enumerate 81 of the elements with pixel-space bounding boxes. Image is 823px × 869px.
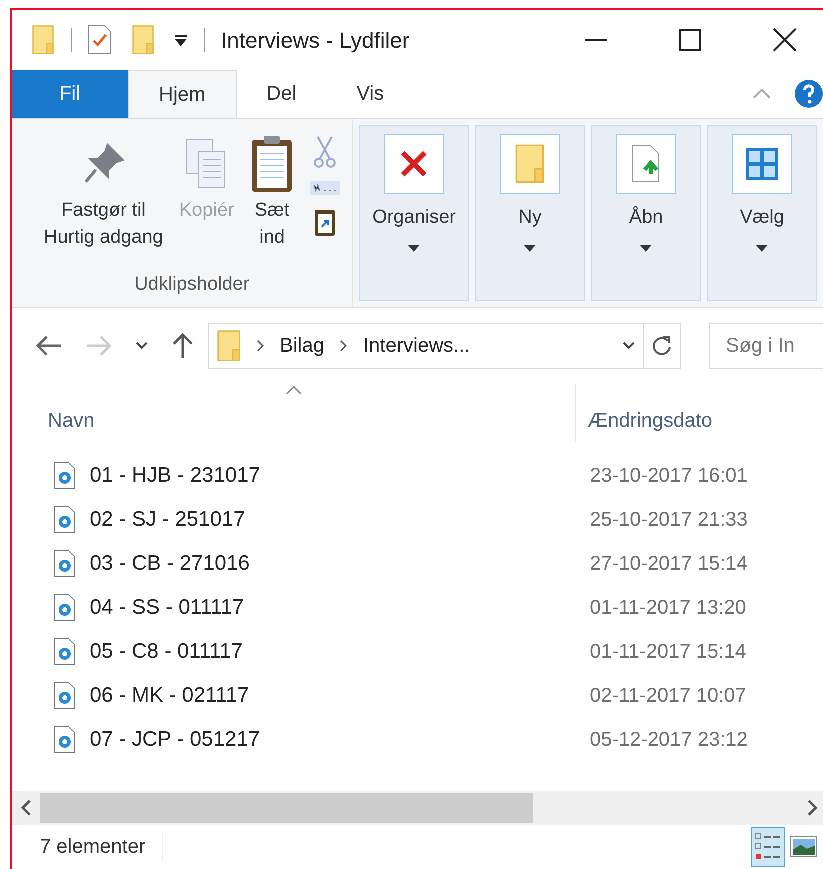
copy-path-icon[interactable] xyxy=(310,181,340,195)
ribbon-group-button[interactable]: Åbn xyxy=(591,125,702,301)
dropdown-arrow-icon xyxy=(408,244,420,252)
file-row[interactable]: 06 - MK - 021117 02-11-2017 10:07 xyxy=(12,674,823,718)
modified-date: 02-11-2017 10:07 xyxy=(589,684,746,709)
file-row[interactable]: 01 - HJB - 231017 23-10-2017 16:01 xyxy=(12,454,823,498)
back-icon[interactable] xyxy=(36,335,62,357)
file-name: 01 - HJB - 231017 xyxy=(90,463,260,490)
file-name: 06 - MK - 021117 xyxy=(90,683,250,710)
file-name: 05 - C8 - 011117 xyxy=(90,639,243,666)
breadcrumb[interactable]: Bilag xyxy=(280,331,324,361)
up-icon[interactable] xyxy=(172,333,194,359)
ribbon-group-button[interactable]: Ny xyxy=(475,125,586,301)
horizontal-scrollbar[interactable] xyxy=(12,791,823,825)
folder-icon xyxy=(32,25,54,55)
dropdown-icon[interactable] xyxy=(174,33,188,47)
folder-icon xyxy=(217,330,241,362)
address-bar[interactable]: Bilag Interviews... xyxy=(208,323,681,369)
audio-file-icon xyxy=(54,594,76,622)
grid-icon xyxy=(744,146,780,182)
file-row[interactable]: 07 - JCP - 051217 05-12-2017 23:12 xyxy=(12,718,823,762)
help-icon[interactable] xyxy=(795,80,823,108)
window-title: Interviews - Lydfiler xyxy=(221,26,410,55)
delete-icon xyxy=(399,149,430,179)
ribbon-tab[interactable]: Del xyxy=(236,70,327,118)
ribbon-tab[interactable]: Hjem xyxy=(128,70,237,118)
modified-date: 01-11-2017 15:14 xyxy=(589,640,746,665)
item-count: 7 elementer xyxy=(40,832,163,862)
ribbon-tab[interactable]: Vis xyxy=(326,70,414,118)
ribbon-button[interactable]: Fastgør til Hurtig adgang xyxy=(44,131,164,270)
audio-file-icon xyxy=(54,550,76,578)
file-row[interactable]: 03 - CB - 271016 27-10-2017 15:14 xyxy=(12,542,823,586)
dropdown-arrow-icon xyxy=(756,244,768,252)
paste-shortcut-icon[interactable] xyxy=(314,207,336,237)
modified-date: 27-10-2017 15:14 xyxy=(589,552,748,577)
recent-locations-icon xyxy=(136,342,148,350)
clipboard-icon xyxy=(250,134,294,194)
scroll-thumb[interactable] xyxy=(40,793,533,823)
file-row[interactable]: 05 - C8 - 011117 01-11-2017 15:14 xyxy=(12,630,823,674)
scroll-left-icon[interactable] xyxy=(20,800,32,816)
search-field[interactable]: Søg i In xyxy=(709,323,823,369)
ribbon-button[interactable]: Sæt ind xyxy=(250,131,294,270)
file-name: 07 - JCP - 051217 xyxy=(90,727,260,754)
modified-date: 23-10-2017 16:01 xyxy=(589,464,748,489)
history-dropdown-icon xyxy=(623,342,635,350)
dropdown-arrow-icon xyxy=(524,244,536,252)
file-row[interactable]: 02 - SJ - 251017 25-10-2017 21:33 xyxy=(12,498,823,542)
audio-file-icon xyxy=(54,462,76,490)
file-tab[interactable]: Fil xyxy=(12,70,128,118)
modified-date: 01-11-2017 13:20 xyxy=(589,596,746,621)
folder-icon xyxy=(515,144,546,184)
refresh-icon[interactable] xyxy=(652,335,672,357)
chevron-icon xyxy=(340,340,348,352)
large-icons-view-icon xyxy=(790,836,818,858)
maximize-icon[interactable] xyxy=(679,29,701,51)
file-row[interactable]: 04 - SS - 011117 01-11-2017 13:20 xyxy=(12,586,823,630)
properties-icon[interactable] xyxy=(88,25,112,55)
details-view-icon xyxy=(755,832,781,862)
column-header[interactable]: Ændringsdato xyxy=(576,384,823,442)
modified-date: 25-10-2017 21:33 xyxy=(589,508,748,533)
audio-file-icon xyxy=(54,682,76,710)
minimize-icon[interactable] xyxy=(585,38,607,42)
group-label: Udklipsholder xyxy=(134,272,251,296)
modified-date: 05-12-2017 23:12 xyxy=(589,728,748,753)
ribbon-group-button[interactable]: Vælg xyxy=(707,125,818,301)
dropdown-arrow-icon xyxy=(640,244,652,252)
close-icon[interactable] xyxy=(773,28,797,52)
new-folder-icon xyxy=(132,25,154,55)
file-name: 03 - CB - 271016 xyxy=(90,551,250,578)
ribbon-group-button[interactable]: Organiser xyxy=(359,125,470,301)
breadcrumb[interactable]: Interviews... xyxy=(363,331,470,361)
audio-file-icon xyxy=(54,506,76,534)
file-name: 04 - SS - 011117 xyxy=(90,595,244,622)
column-header[interactable]: Navn xyxy=(12,384,576,442)
audio-file-icon xyxy=(54,638,76,666)
audio-file-icon xyxy=(54,726,76,754)
chevron-icon xyxy=(257,340,264,352)
scroll-right-icon[interactable] xyxy=(807,800,819,816)
document-arrow-icon xyxy=(631,144,662,184)
file-name: 02 - SJ - 251017 xyxy=(90,507,246,534)
view-button[interactable] xyxy=(751,827,785,867)
